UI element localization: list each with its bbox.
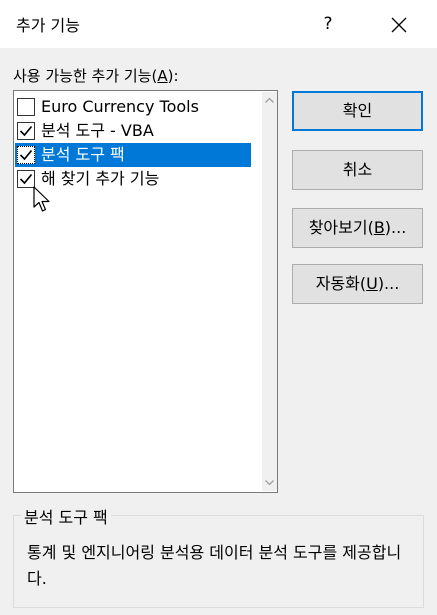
description-text: 통계 및 엔지니어링 분석용 데이터 분석 도구를 제공합니다. <box>27 543 402 588</box>
window-title: 추가 기능 <box>16 16 80 35</box>
checkbox-checked[interactable] <box>17 146 35 164</box>
ok-button[interactable]: 확인 <box>292 91 423 131</box>
mouse-cursor-icon <box>33 186 50 212</box>
list-item-analysis-toolpak[interactable]: 분석 도구 팩 <box>15 143 251 167</box>
listbox-scrollbar[interactable] <box>262 92 277 491</box>
checkbox-unchecked[interactable] <box>17 98 35 116</box>
close-icon <box>391 17 407 32</box>
cancel-button[interactable]: 취소 <box>292 150 423 190</box>
checkmark-icon <box>19 173 33 185</box>
automation-button[interactable]: 자동화(U)... <box>292 264 423 304</box>
checkbox-checked[interactable] <box>17 122 35 140</box>
close-button[interactable] <box>381 8 417 40</box>
addins-list-label: 사용 가능한 추가 기능(A): <box>13 67 179 85</box>
help-button[interactable]: ? <box>312 8 344 40</box>
checkmark-icon <box>19 149 33 161</box>
scroll-down-button[interactable] <box>262 474 277 491</box>
chevron-down-icon <box>265 480 274 486</box>
chevron-up-icon <box>265 97 274 103</box>
addins-listbox[interactable]: Euro Currency Tools 분석 도구 - VBA 분석 도구 팩 … <box>13 90 278 493</box>
title-bar: 추가 기능 ? <box>0 0 437 48</box>
browse-button[interactable]: 찾아보기(B)... <box>292 208 423 248</box>
list-item-analysis-toolpak-vba[interactable]: 분석 도구 - VBA <box>15 119 251 143</box>
list-item-euro-currency-tools[interactable]: Euro Currency Tools <box>15 95 251 119</box>
scroll-up-button[interactable] <box>262 92 277 109</box>
description-title: 분석 도구 팩 <box>21 504 111 528</box>
checkmark-icon <box>19 125 33 137</box>
